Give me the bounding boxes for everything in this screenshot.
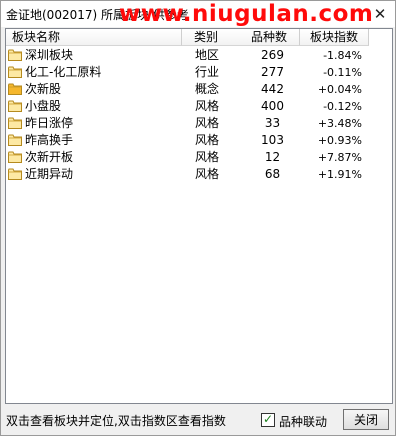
board-category: 地区 [195, 48, 220, 62]
board-category: 风格 [195, 116, 220, 130]
board-count: 103 [261, 133, 284, 147]
table-row[interactable]: 昨高换手 风格 103 +0.93% [6, 132, 392, 149]
board-index[interactable]: +0.93% [299, 132, 362, 149]
board-category: 风格 [195, 133, 220, 147]
board-name: 次新开板 [25, 150, 74, 164]
close-button[interactable]: 关闭 [343, 409, 389, 430]
board-name: 昨日涨停 [25, 116, 74, 130]
column-header-count[interactable]: 品种数 [239, 29, 300, 46]
board-index[interactable]: +1.91% [299, 166, 362, 183]
column-header-index[interactable]: 板块指数 [300, 29, 369, 46]
stock-link-label: 品种联动 [279, 415, 328, 429]
board-index[interactable]: +0.04% [299, 81, 362, 98]
folder-icon [8, 117, 22, 129]
hint-text: 双击查看板块并定位,双击指数区查看指数 [6, 414, 226, 428]
board-category: 行业 [195, 65, 220, 79]
folder-icon [8, 134, 22, 146]
folder-icon [8, 83, 22, 95]
folder-icon [8, 151, 22, 163]
board-index[interactable]: +3.48% [299, 115, 362, 132]
board-count: 12 [264, 150, 281, 164]
board-name: 化工-化工原料 [25, 65, 102, 79]
board-count: 442 [261, 82, 284, 96]
board-index[interactable]: -1.84% [299, 47, 362, 64]
folder-icon [8, 66, 22, 78]
table-row[interactable]: 次新开板 风格 12 +7.87% [6, 149, 392, 166]
board-category: 风格 [195, 99, 220, 113]
table-row[interactable]: 近期异动 风格 68 +1.91% [6, 166, 392, 183]
board-name: 昨高换手 [25, 133, 74, 147]
folder-icon [8, 49, 22, 61]
table-row[interactable]: 化工-化工原料 行业 277 -0.11% [6, 64, 392, 81]
board-index[interactable]: +7.87% [299, 149, 362, 166]
board-name: 小盘股 [25, 99, 62, 113]
board-count: 277 [261, 65, 284, 79]
table-row[interactable]: 昨日涨停 风格 33 +3.48% [6, 115, 392, 132]
table-row[interactable]: 深圳板块 地区 269 -1.84% [6, 47, 392, 64]
board-count: 68 [264, 167, 281, 181]
board-list[interactable]: 板块名称 类别 品种数 板块指数 深圳板块 地区 269 -1.84% 化工-化工原料 行… [5, 28, 393, 404]
checkmark-icon: ✓ [263, 412, 274, 426]
board-name: 深圳板块 [25, 48, 74, 62]
table-row[interactable]: 小盘股 风格 400 -0.12% [6, 98, 392, 115]
table-row[interactable]: 次新股 概念 442 +0.04% [6, 81, 392, 98]
board-category: 概念 [195, 82, 220, 96]
stock-link-checkbox[interactable]: ✓ [261, 412, 275, 427]
list-header: 板块名称 类别 品种数 板块指数 [6, 29, 392, 46]
close-icon[interactable]: ✕ [371, 5, 389, 23]
board-index[interactable]: -0.12% [299, 98, 362, 115]
board-count: 400 [261, 99, 284, 113]
board-count: 269 [261, 48, 284, 62]
board-info-window: 金证地(002017) 所属板块 供参考 www.niugulan.com ✕ … [0, 0, 396, 436]
column-header-name[interactable]: 板块名称 [6, 29, 182, 46]
board-name: 次新股 [25, 82, 62, 96]
folder-icon [8, 100, 22, 112]
folder-icon [8, 168, 22, 180]
board-index[interactable]: -0.11% [299, 64, 362, 81]
board-count: 33 [264, 116, 281, 130]
watermark-text: www.niugulan.com [119, 1, 374, 27]
board-name: 近期异动 [25, 167, 74, 181]
title-bar: 金证地(002017) 所属板块 供参考 www.niugulan.com ✕ [1, 1, 395, 27]
status-bar: 双击查看板块并定位,双击指数区查看指数 ✓ 品种联动 关闭 [1, 406, 395, 435]
board-category: 风格 [195, 167, 220, 181]
board-category: 风格 [195, 150, 220, 164]
